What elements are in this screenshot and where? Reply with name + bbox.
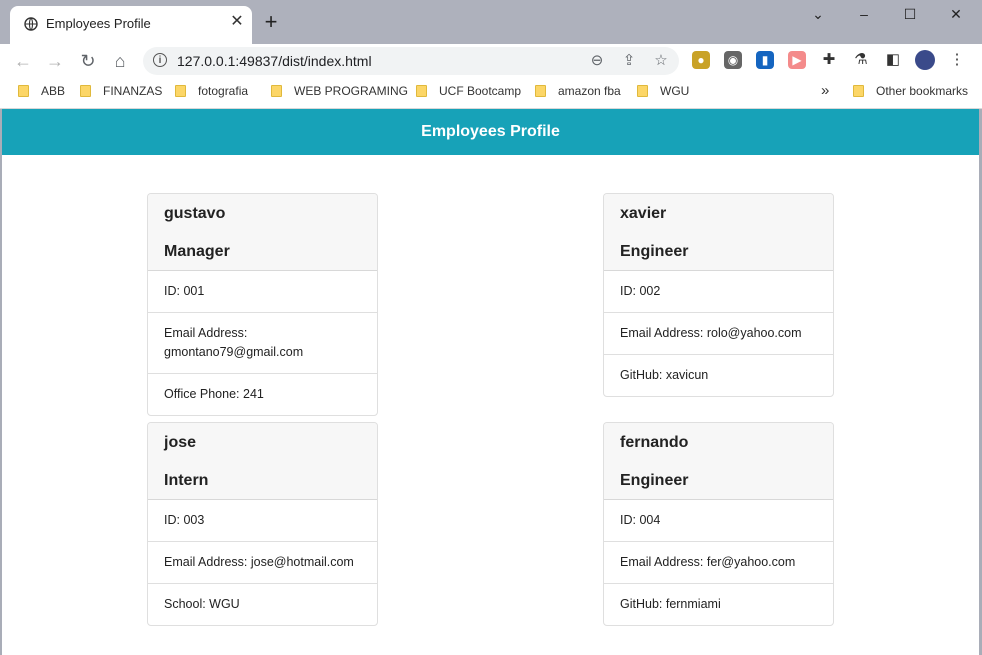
menu-icon[interactable]: ⋮ — [948, 51, 966, 69]
side-panel-icon[interactable]: ◧ — [884, 51, 902, 69]
employee-name: gustavo — [164, 205, 226, 222]
bookmark-wgu[interactable]: WGU — [637, 84, 689, 102]
home-icon[interactable]: ⌂ — [109, 50, 131, 72]
bookmark-abb[interactable]: ABB — [18, 84, 65, 102]
page-title: Employees Profile — [2, 109, 979, 155]
share-icon[interactable]: ⇪ — [619, 51, 639, 71]
folder-icon — [271, 85, 282, 97]
tab-search-icon[interactable]: ⌄ — [806, 4, 830, 24]
new-tab-button[interactable]: + — [261, 11, 281, 33]
employee-id: ID: 002 — [604, 271, 833, 313]
extensions-puzzle-icon[interactable]: ✚ — [820, 51, 838, 69]
folder-icon — [637, 85, 648, 97]
folder-icon — [853, 85, 864, 97]
card-header: xavier Engineer — [604, 194, 833, 271]
employee-role: Engineer — [620, 472, 689, 489]
employee-name: xavier — [620, 205, 667, 222]
folder-icon — [18, 85, 29, 97]
employee-card: fernando Engineer ID: 004 Email Address:… — [603, 422, 834, 626]
browser-tab[interactable]: Employees Profile ✕ — [10, 6, 252, 44]
employee-card: gustavo Manager ID: 001 Email Address: g… — [147, 193, 378, 416]
employee-id: ID: 004 — [604, 500, 833, 542]
bookmark-amazon-fba[interactable]: amazon fba — [535, 84, 621, 102]
minimize-button[interactable]: – — [852, 4, 876, 24]
employee-name: jose — [164, 434, 197, 451]
bookmarks-overflow-icon[interactable]: » — [821, 83, 829, 102]
employee-email: Email Address: gmontano79@gmail.com — [148, 313, 377, 374]
employee-card: jose Intern ID: 003 Email Address: jose@… — [147, 422, 378, 626]
web-page: Employees Profile gustavo Manager ID: 00… — [2, 109, 979, 655]
bookmark-finanzas[interactable]: FINANZAS — [80, 84, 162, 102]
card-header: gustavo Manager — [148, 194, 377, 271]
bookmark-ucf-bootcamp[interactable]: UCF Bootcamp — [416, 84, 521, 102]
employee-role: Manager — [164, 243, 230, 260]
employee-email: Email Address: jose@hotmail.com — [148, 542, 377, 584]
profile-avatar[interactable] — [915, 50, 935, 70]
employee-card: xavier Engineer ID: 002 Email Address: r… — [603, 193, 834, 397]
tab-strip: Employees Profile ✕ + ⌄ – ☐ ✕ — [0, 0, 982, 44]
folder-icon — [175, 85, 186, 97]
reload-icon[interactable]: ↻ — [77, 50, 99, 72]
bookmarks-bar: ABB FINANZAS fotografia WEB PROGRAMING U… — [0, 78, 982, 109]
employee-extra: GitHub: xavicun — [620, 368, 709, 382]
folder-icon — [416, 85, 427, 97]
employee-name: fernando — [620, 434, 689, 451]
back-icon[interactable]: ← — [12, 50, 34, 72]
employee-email: Email Address: rolo@yahoo.com — [604, 313, 833, 355]
tab-title: Employees Profile — [46, 16, 151, 31]
bookmark-fotografia[interactable]: fotografia — [175, 84, 248, 102]
star-icon[interactable]: ☆ — [651, 51, 671, 71]
extension-3-icon[interactable]: ▮ — [756, 51, 774, 69]
employee-role: Intern — [164, 472, 209, 489]
folder-icon — [535, 85, 546, 97]
info-icon[interactable]: i — [153, 53, 167, 67]
address-bar[interactable]: i 127.0.0.1:49837/dist/index.html ⊖ ⇪ ☆ — [143, 47, 679, 75]
extension-2-icon[interactable]: ◉ — [724, 51, 742, 69]
globe-icon — [24, 17, 38, 31]
employee-id: ID: 003 — [148, 500, 377, 542]
card-header: fernando Engineer — [604, 423, 833, 500]
maximize-button[interactable]: ☐ — [898, 4, 922, 24]
extension-4-icon[interactable]: ▶ — [788, 51, 806, 69]
close-window-button[interactable]: ✕ — [944, 4, 968, 24]
employee-id: ID: 001 — [148, 271, 377, 313]
url-text: 127.0.0.1:49837/dist/index.html — [177, 53, 372, 69]
forward-icon[interactable]: → — [44, 50, 66, 72]
close-tab-icon[interactable]: ✕ — [228, 13, 246, 31]
bookmark-other[interactable]: Other bookmarks — [853, 84, 968, 102]
employee-extra: School: WGU — [164, 597, 240, 611]
zoom-icon[interactable]: ⊖ — [587, 51, 607, 71]
employee-role: Engineer — [620, 243, 689, 260]
employee-extra: Office Phone: 241 — [164, 387, 264, 401]
extension-1-icon[interactable]: ● — [692, 51, 710, 69]
employee-extra: GitHub: fernmiami — [620, 597, 721, 611]
lab-icon[interactable]: ⚗ — [852, 51, 870, 69]
folder-icon — [80, 85, 91, 97]
card-header: jose Intern — [148, 423, 377, 500]
employee-email: Email Address: fer@yahoo.com — [604, 542, 833, 584]
bookmark-web-programing[interactable]: WEB PROGRAMING — [271, 84, 408, 102]
